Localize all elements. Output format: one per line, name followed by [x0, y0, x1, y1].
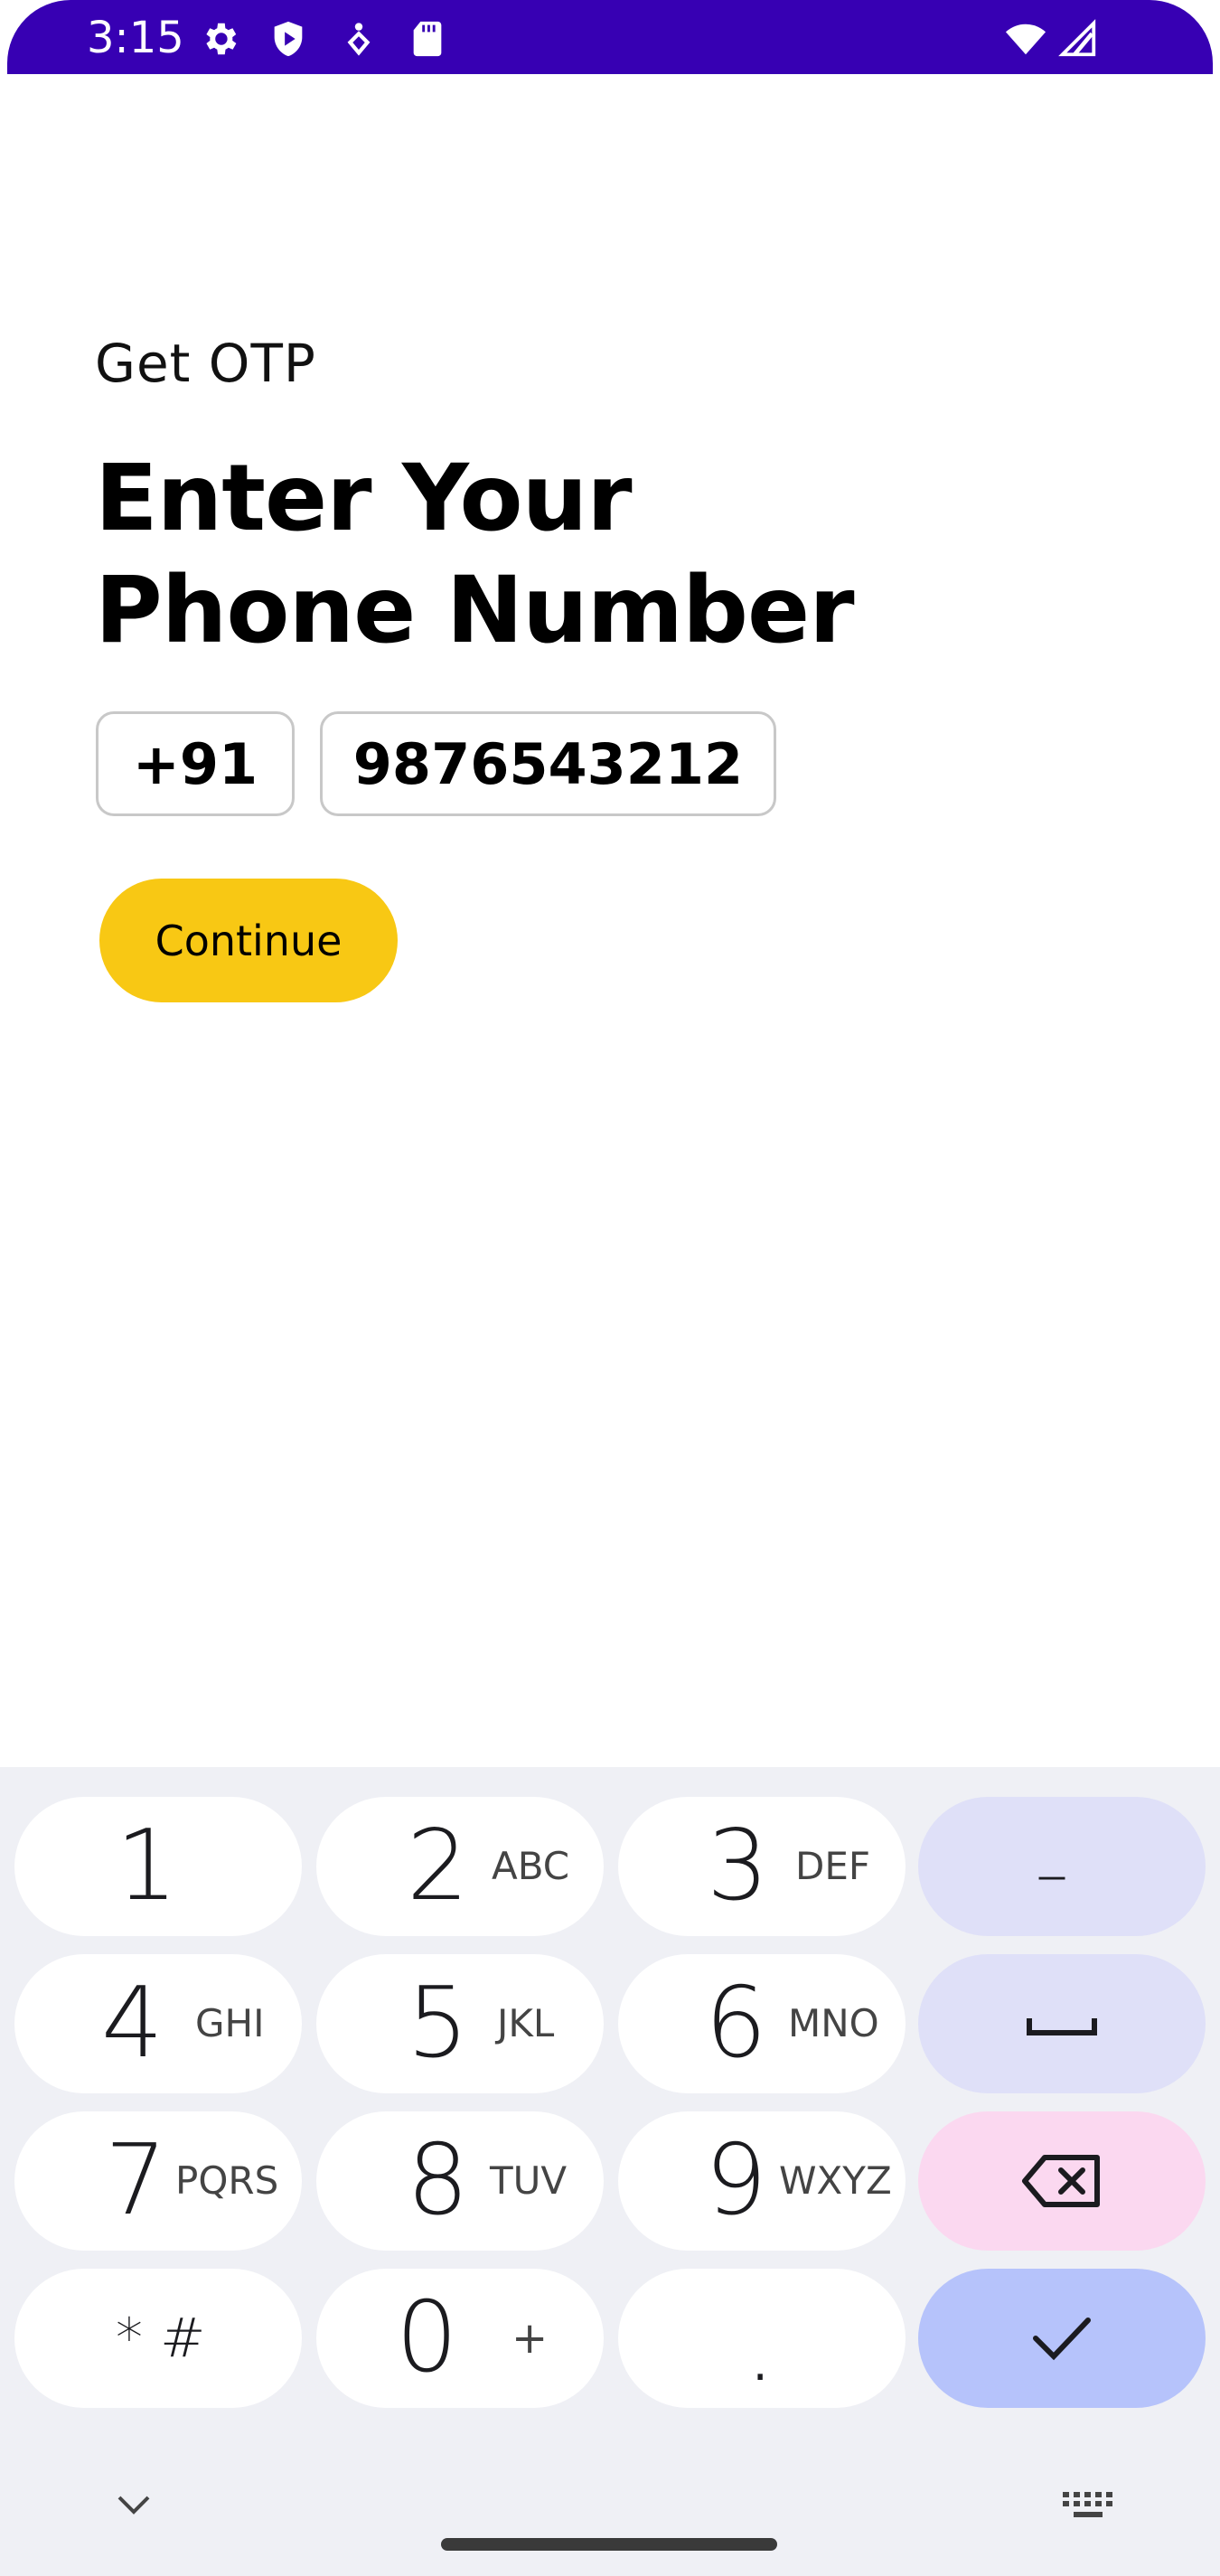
settings-gear-icon: [199, 18, 240, 60]
page-subtitle: Get OTP: [95, 333, 316, 394]
dash-key[interactable]: –: [918, 1797, 1206, 1936]
key-digit: .: [745, 2290, 776, 2403]
key-letters: DEF: [795, 1844, 871, 1888]
country-code-input[interactable]: +91: [96, 711, 295, 816]
status-bar: 3:15: [7, 0, 1213, 74]
key-9[interactable]: 9 WXYZ: [618, 2111, 906, 2251]
key-8[interactable]: 8 TUV: [316, 2111, 604, 2251]
title-line-1: Enter Your: [95, 445, 633, 552]
key-digit: 1: [116, 1810, 178, 1923]
page-title: Enter Your Phone Number: [95, 443, 908, 667]
signal-icon: [1057, 18, 1099, 60]
sd-card-icon: [407, 18, 448, 60]
key-digit: 2: [407, 1810, 469, 1923]
key-star-hash[interactable]: * #: [14, 2269, 302, 2408]
wifi-icon: [1005, 18, 1046, 60]
key-digit: 0: [396, 2281, 458, 2394]
key-digit: 6: [705, 1967, 767, 2080]
checkmark-icon: [1033, 2317, 1091, 2361]
status-time: 3:15: [87, 13, 184, 63]
key-3[interactable]: 3 DEF: [618, 1797, 906, 1936]
key-4[interactable]: 4 GHI: [14, 1954, 302, 2093]
key-digit: 4: [101, 1967, 164, 2080]
key-0[interactable]: 0 +: [316, 2269, 604, 2408]
key-5[interactable]: 5 JKL: [316, 1954, 604, 2093]
key-7[interactable]: 7 PQRS: [14, 2111, 302, 2251]
dash-glyph: –: [1036, 1836, 1068, 1912]
key-digit: 7: [105, 2124, 167, 2237]
navigation-handle[interactable]: [441, 2538, 777, 2551]
key-letters: +: [511, 2313, 549, 2364]
title-line-2: Phone Number: [95, 557, 855, 664]
key-digit: 3: [707, 1810, 769, 1923]
key-6[interactable]: 6 MNO: [618, 1954, 906, 2093]
key-2[interactable]: 2 ABC: [316, 1797, 604, 1936]
key-digit: 5: [407, 1967, 469, 2080]
key-letters: GHI: [195, 2001, 265, 2045]
done-key[interactable]: [918, 2269, 1206, 2408]
numeric-keyboard: 1 2 ABC 3 DEF – 4 GHI 5 JKL 6 MNO 7 PQRS…: [0, 1767, 1220, 2576]
key-letters: TUV: [490, 2158, 568, 2203]
key-letters: PQRS: [175, 2158, 279, 2203]
backspace-key[interactable]: [918, 2111, 1206, 2251]
key-letters: MNO: [788, 2001, 879, 2045]
space-key[interactable]: [918, 1954, 1206, 2093]
space-bar-icon: [1027, 2018, 1097, 2035]
key-digit: 8: [407, 2124, 469, 2237]
play-protect-icon: [267, 18, 309, 60]
key-digit: 9: [705, 2124, 767, 2237]
key-1[interactable]: 1: [14, 1797, 302, 1936]
key-digit: * #: [116, 2307, 206, 2370]
key-period[interactable]: .: [618, 2269, 906, 2408]
collapse-chevron-icon[interactable]: [114, 2492, 154, 2517]
backspace-icon: [1022, 2155, 1100, 2207]
key-letters: WXYZ: [779, 2158, 892, 2203]
accessibility-icon: [338, 18, 380, 60]
continue-button[interactable]: Continue: [99, 879, 398, 1002]
key-letters: ABC: [492, 1844, 570, 1888]
key-letters: JKL: [497, 2001, 555, 2045]
phone-number-input[interactable]: 9876543212: [320, 711, 776, 816]
keyboard-switch-icon[interactable]: [1061, 2490, 1115, 2523]
